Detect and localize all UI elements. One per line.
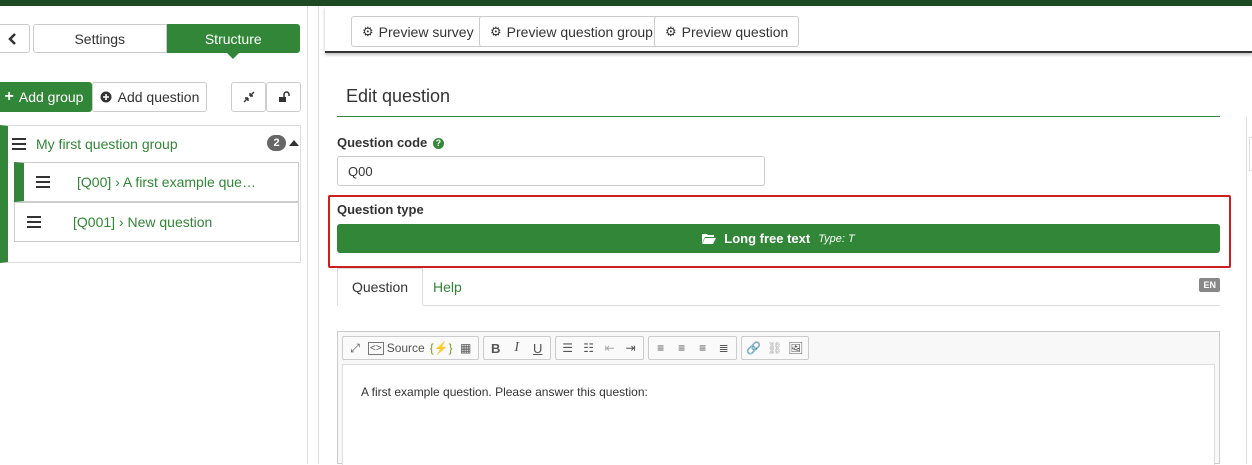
folder-open-icon [702, 234, 717, 244]
preview-question-group-button[interactable]: ⚙ Preview question group [479, 16, 664, 47]
drag-handle-icon[interactable] [27, 216, 41, 228]
source-button[interactable]: <> Source [367, 339, 426, 357]
preview-survey-button[interactable]: ⚙ Preview survey [351, 16, 485, 47]
collapse-sidebar-button[interactable] [0, 24, 30, 53]
question-code-input[interactable] [337, 156, 765, 186]
tab-help[interactable]: Help [419, 268, 476, 306]
align-right-icon[interactable]: ≡ [694, 339, 712, 357]
question-tabs: Question Help EN [337, 268, 1220, 306]
source-label: Source [386, 341, 425, 355]
toolbar-group-format: B I U [482, 336, 551, 360]
title-underline [337, 116, 1220, 117]
preview-survey-label: Preview survey [378, 23, 474, 40]
maximize-icon[interactable]: ⤢ [346, 339, 364, 357]
italic-icon[interactable]: I [508, 339, 526, 357]
question-label[interactable]: [Q00] › A first example que… [77, 174, 256, 190]
question-tree: My first question group 2 [Q00] › A firs… [0, 125, 301, 263]
add-group-label: Add group [18, 89, 84, 105]
underline-icon[interactable]: U [529, 339, 547, 357]
question-code-label: Question code ? [337, 135, 444, 150]
drag-handle-icon[interactable] [36, 176, 50, 188]
language-badge: EN [1199, 278, 1220, 292]
tab-structure[interactable]: Structure [166, 24, 300, 59]
add-question-button[interactable]: Add question [92, 82, 207, 112]
editor-content-area[interactable]: A first example question. Please answer … [342, 364, 1215, 465]
bold-icon[interactable]: B [487, 339, 505, 357]
sidebar: Settings Structure + Add group Add quest… [0, 6, 308, 464]
compress-icon [243, 91, 254, 103]
drag-handle-icon[interactable] [12, 138, 26, 150]
question-label[interactable]: [Q001] › New question [73, 214, 212, 230]
question-count-badge: 2 [267, 135, 286, 151]
help-icon[interactable]: ? [432, 138, 444, 150]
source-icon: <> [368, 341, 384, 355]
outdent-icon[interactable]: ⇤ [601, 339, 619, 357]
question-type-label: Question type [337, 202, 424, 217]
image-icon[interactable]: 🖼 [787, 339, 805, 357]
unlock-icon [278, 91, 290, 102]
question-type-value: Long free text [724, 231, 811, 246]
unlink-icon[interactable]: ⛓ [766, 339, 784, 357]
gear-icon: ⚙ [362, 23, 374, 39]
sidebar-tabs: Settings Structure [33, 24, 300, 59]
toolbar-group-lists: ☰ ☷ ⇤ ⇥ [554, 336, 644, 360]
preview-question-label: Preview question [681, 23, 789, 40]
group-label[interactable]: My first question group [36, 136, 178, 152]
preview-group-label: Preview question group [506, 23, 653, 40]
list-item[interactable]: [Q001] › New question [14, 202, 299, 242]
indent-icon[interactable]: ⇥ [622, 339, 640, 357]
collapse-all-button[interactable] [231, 82, 266, 112]
expression-icon[interactable]: {⚡} [429, 339, 454, 357]
tab-settings[interactable]: Settings [33, 24, 167, 53]
align-left-icon[interactable]: ≡ [652, 339, 670, 357]
bulleted-list-icon[interactable]: ☷ [580, 339, 598, 357]
rich-text-editor: ⤢ <> Source {⚡} ▦ B I U ☰ ☷ ⇤ ⇥ ≡ ≡ ≡ ≣ … [337, 331, 1220, 465]
align-justify-icon[interactable]: ≣ [715, 339, 733, 357]
gear-icon: ⚙ [665, 23, 677, 39]
right-panel-edge [1246, 117, 1252, 464]
add-question-label: Add question [117, 89, 200, 105]
plus-circle-icon [100, 91, 112, 103]
numbered-list-icon[interactable]: ☰ [559, 339, 577, 357]
toolbar-group-insert: 🔗 ⛓ 🖼 [740, 336, 809, 360]
plus-icon: + [4, 88, 14, 105]
gear-icon: ⚙ [490, 23, 502, 39]
unlock-button[interactable] [266, 82, 301, 112]
editor-toolbar: ⤢ <> Source {⚡} ▦ B I U ☰ ☷ ⇤ ⇥ ≡ ≡ ≡ ≣ … [342, 336, 809, 360]
editor-text[interactable]: A first example question. Please answer … [361, 385, 648, 399]
align-center-icon[interactable]: ≡ [673, 339, 691, 357]
question-code-label-text: Question code [337, 135, 428, 150]
caret-up-icon[interactable] [289, 140, 299, 146]
table-icon[interactable]: ▦ [457, 339, 475, 357]
list-item[interactable]: [Q00] › A first example que… [14, 162, 299, 202]
question-type-selector[interactable]: Long free text Type: T [337, 224, 1220, 253]
tab-question[interactable]: Question [337, 268, 424, 306]
preview-toolbar: ⚙ Preview survey ⚙ Preview question grou… [325, 6, 1252, 53]
toolbar-group-align: ≡ ≡ ≡ ≣ [647, 336, 737, 360]
toolbar-group-document: ⤢ <> Source {⚡} ▦ [342, 336, 479, 360]
page-title: Edit question [346, 86, 451, 106]
chevron-left-icon [8, 32, 16, 45]
divider [318, 6, 319, 464]
question-group-row[interactable]: My first question group 2 [12, 134, 299, 154]
preview-question-button[interactable]: ⚙ Preview question [654, 16, 800, 47]
link-icon[interactable]: 🔗 [745, 339, 763, 357]
question-type-meta: Type: T [818, 232, 855, 245]
add-group-button[interactable]: + Add group [0, 82, 92, 112]
